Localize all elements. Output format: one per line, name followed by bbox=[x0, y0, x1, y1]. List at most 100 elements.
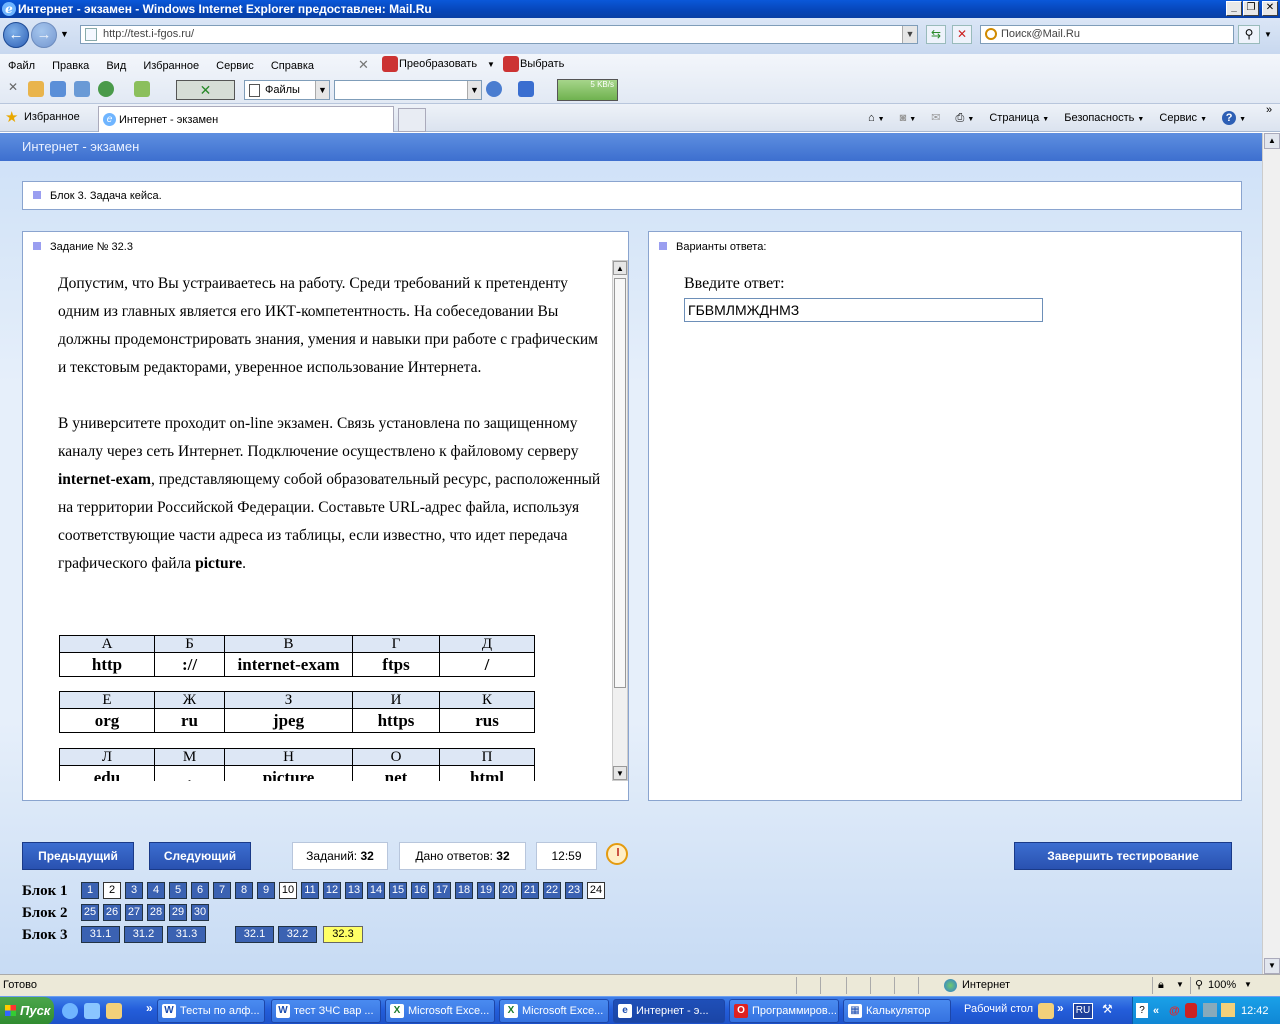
zoom-dropdown-icon[interactable]: ▼ bbox=[1244, 975, 1252, 995]
task-scroll-thumb[interactable] bbox=[614, 278, 626, 688]
close-button[interactable]: ✕ bbox=[1262, 1, 1278, 16]
mailru-agent-icon[interactable]: @ bbox=[1169, 997, 1180, 1024]
page-scroll-up-icon[interactable]: ▲ bbox=[1264, 133, 1280, 149]
question-button-26[interactable]: 26 bbox=[103, 904, 121, 921]
page-scroll-down-icon[interactable]: ▼ bbox=[1264, 958, 1280, 974]
toolbar-search-select[interactable]: ▼ bbox=[334, 80, 482, 100]
question-button-24[interactable]: 24 bbox=[587, 882, 605, 899]
question-button-10[interactable]: 10 bbox=[279, 882, 297, 899]
question-button-23[interactable]: 23 bbox=[565, 882, 583, 899]
close-toolbar-icon[interactable]: ✕ bbox=[358, 57, 369, 73]
question-button-12[interactable]: 12 bbox=[323, 882, 341, 899]
taskbar-item-excel-2[interactable]: X Microsoft Exce... bbox=[499, 999, 609, 1023]
menu-edit[interactable]: Правка bbox=[52, 57, 89, 75]
quicklaunch-app-icon[interactable] bbox=[84, 1003, 100, 1019]
address-field[interactable]: http://test.i-fgos.ru/ ▼ bbox=[80, 25, 918, 44]
favorites-star-icon[interactable]: ★ bbox=[5, 110, 18, 125]
question-button-1[interactable]: 1 bbox=[81, 882, 99, 899]
globe-icon[interactable] bbox=[98, 81, 114, 97]
menu-view[interactable]: Вид bbox=[106, 57, 126, 75]
taskbar-item-calculator[interactable]: ▦ Калькулятор bbox=[843, 999, 951, 1023]
help-icon[interactable]: ? bbox=[1222, 111, 1237, 125]
feeds-dropdown-icon[interactable]: ▼ bbox=[909, 116, 916, 123]
files-select[interactable]: Файлы ▼ bbox=[244, 80, 330, 100]
taskbar-item-excel-1[interactable]: X Microsoft Exce... bbox=[385, 999, 495, 1023]
question-button-17[interactable]: 17 bbox=[433, 882, 451, 899]
question-button-28[interactable]: 28 bbox=[147, 904, 165, 921]
question-button-30[interactable]: 30 bbox=[191, 904, 209, 921]
question-button-11[interactable]: 11 bbox=[301, 882, 319, 899]
scroll-down-icon[interactable]: ▼ bbox=[613, 766, 627, 780]
back-button[interactable]: ← bbox=[3, 22, 29, 48]
question-button-2[interactable]: 2 bbox=[103, 882, 121, 899]
menu-tools[interactable]: Сервис bbox=[216, 57, 254, 75]
question-button-8[interactable]: 8 bbox=[235, 882, 253, 899]
files-dropdown-icon[interactable]: ▼ bbox=[315, 81, 329, 99]
task-scrollbar[interactable]: ▲ ▼ bbox=[612, 260, 628, 781]
question-button-16[interactable]: 16 bbox=[411, 882, 429, 899]
close-mail-toolbar-icon[interactable]: ✕ bbox=[8, 80, 18, 94]
home-icon[interactable]: ⌂ bbox=[868, 112, 875, 124]
question-button-3[interactable]: 3 bbox=[125, 882, 143, 899]
question-button-27[interactable]: 27 bbox=[125, 904, 143, 921]
question-button-19[interactable]: 19 bbox=[477, 882, 495, 899]
stop-button[interactable]: ✕ bbox=[952, 25, 972, 44]
taskbar-item-ie[interactable]: e Интернет - э... bbox=[613, 999, 725, 1023]
network-icon[interactable] bbox=[1203, 1003, 1217, 1017]
address-dropdown-icon[interactable]: ▼ bbox=[902, 26, 917, 43]
question-button-31-3[interactable]: 31.3 bbox=[167, 926, 206, 943]
page-menu[interactable]: Страница bbox=[989, 112, 1039, 124]
task-scroll-area[interactable]: Допустим, что Вы устраиваетесь на работу… bbox=[23, 252, 611, 781]
toolbar-search-icon[interactable] bbox=[486, 81, 502, 97]
tools-menu[interactable]: Сервис bbox=[1159, 112, 1197, 124]
finish-test-button[interactable]: Завершить тестирование bbox=[1014, 842, 1232, 870]
messenger-status-button[interactable]: ✕ bbox=[176, 80, 235, 100]
question-button-32-3[interactable]: 32.3 bbox=[323, 926, 363, 943]
question-button-7[interactable]: 7 bbox=[213, 882, 231, 899]
question-button-21[interactable]: 21 bbox=[521, 882, 539, 899]
start-button[interactable]: Пуск bbox=[0, 997, 54, 1024]
question-button-5[interactable]: 5 bbox=[169, 882, 187, 899]
protected-mode-icon[interactable]: 🔒︎ bbox=[1158, 975, 1164, 995]
print-dropdown-icon[interactable]: ▼ bbox=[967, 116, 974, 123]
scroll-up-icon[interactable]: ▲ bbox=[613, 261, 627, 275]
zoom-level[interactable]: 100% bbox=[1208, 975, 1236, 995]
question-button-31-1[interactable]: 31.1 bbox=[81, 926, 120, 943]
tray-app-icon[interactable] bbox=[1221, 1003, 1235, 1017]
language-indicator[interactable]: RU bbox=[1073, 1003, 1093, 1019]
agent-icon[interactable] bbox=[134, 81, 150, 97]
quicklaunch-ie-icon[interactable] bbox=[62, 1003, 78, 1019]
question-button-15[interactable]: 15 bbox=[389, 882, 407, 899]
maximize-button[interactable]: ❐ bbox=[1243, 1, 1259, 16]
toolbar-overflow-icon[interactable]: » bbox=[1266, 104, 1272, 116]
convert-dropdown-icon[interactable]: ▼ bbox=[487, 60, 495, 69]
windows-icon[interactable] bbox=[74, 81, 90, 97]
mail-icon[interactable] bbox=[28, 81, 44, 97]
download-icon[interactable] bbox=[518, 81, 534, 97]
select-button[interactable]: Выбрать bbox=[520, 58, 564, 70]
question-button-13[interactable]: 13 bbox=[345, 882, 363, 899]
question-button-31-2[interactable]: 31.2 bbox=[124, 926, 163, 943]
safety-menu[interactable]: Безопасность bbox=[1064, 112, 1134, 124]
question-button-25[interactable]: 25 bbox=[81, 904, 99, 921]
next-button[interactable]: Следующий bbox=[149, 842, 251, 870]
forward-button[interactable]: → bbox=[31, 22, 57, 48]
favorites-button[interactable]: Избранное bbox=[24, 111, 80, 123]
question-button-32-1[interactable]: 32.1 bbox=[235, 926, 274, 943]
question-button-29[interactable]: 29 bbox=[169, 904, 187, 921]
history-dropdown-icon[interactable]: ▼ bbox=[60, 29, 69, 39]
question-button-32-2[interactable]: 32.2 bbox=[278, 926, 317, 943]
answer-input[interactable]: ГБВМЛМЖДНМЗ bbox=[684, 298, 1043, 322]
menu-file[interactable]: Файл bbox=[8, 57, 35, 75]
protected-mode-dropdown-icon[interactable]: ▼ bbox=[1176, 975, 1184, 995]
toolbar-search-dropdown-icon[interactable]: ▼ bbox=[467, 81, 481, 99]
desktop-overflow-icon[interactable]: » bbox=[1057, 1001, 1064, 1015]
question-button-14[interactable]: 14 bbox=[367, 882, 385, 899]
search-input[interactable]: Поиск@Mail.Ru bbox=[980, 25, 1234, 44]
menu-help[interactable]: Справка bbox=[271, 57, 314, 75]
quicklaunch-overflow-icon[interactable]: » bbox=[146, 1001, 153, 1015]
taskbar-item-word-1[interactable]: W Тесты по алф... bbox=[157, 999, 265, 1023]
new-tab-button[interactable] bbox=[398, 108, 426, 132]
taskbar-item-opera[interactable]: O Программиров... bbox=[729, 999, 839, 1023]
antivirus-icon[interactable] bbox=[1185, 1003, 1197, 1018]
